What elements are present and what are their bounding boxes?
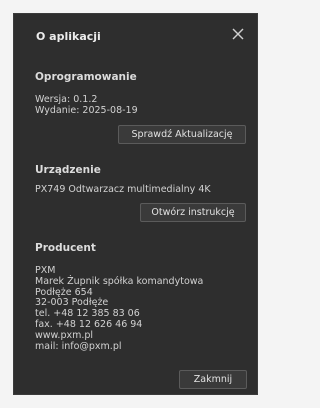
producer-heading: Producent — [35, 242, 96, 254]
software-release-date: Wydanie: 2025-08-19 — [35, 105, 138, 116]
dialog-title: O aplikacji — [36, 30, 101, 43]
close-icon[interactable] — [229, 25, 247, 43]
device-heading: Urządzenie — [35, 164, 101, 176]
producer-website: www.pxm.pl — [35, 329, 94, 341]
device-name: PX749 Odtwarzacz multimedialny 4K — [35, 184, 211, 195]
close-button[interactable]: Zakmnij — [179, 370, 247, 389]
open-manual-button[interactable]: Otwórz instrukcję — [140, 203, 246, 222]
check-update-button[interactable]: Sprawdź Aktualizację — [118, 125, 246, 144]
dialog-titlebar: O aplikacji — [14, 14, 257, 64]
software-version: Wersja: 0.1.2 — [35, 94, 98, 105]
producer-line: Marek Żupnik spółka komandytowa — [35, 275, 204, 287]
about-dialog: O aplikacji Oprogramowanie Wersja: 0.1.2… — [13, 13, 258, 395]
producer-info: PXM Marek Żupnik spółka komandytowa Podł… — [35, 265, 204, 352]
producer-email: mail: info@pxm.pl — [35, 340, 122, 352]
software-heading: Oprogramowanie — [35, 71, 137, 83]
